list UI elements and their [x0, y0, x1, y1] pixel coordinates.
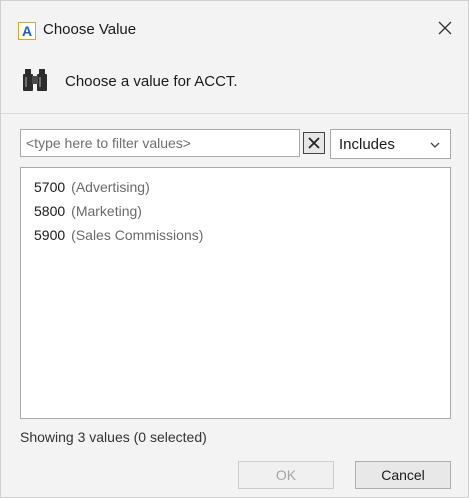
- close-icon: [438, 21, 452, 35]
- list-item[interactable]: 5800 (Marketing): [21, 199, 450, 223]
- list-item[interactable]: 5900 (Sales Commissions): [21, 223, 450, 247]
- header-divider: [1, 113, 468, 114]
- app-icon: A: [18, 22, 36, 40]
- value-description: (Marketing): [71, 203, 142, 219]
- close-button[interactable]: [432, 15, 458, 41]
- ok-button[interactable]: OK: [238, 461, 334, 489]
- clear-x-icon: [308, 137, 320, 149]
- filter-mode-value: Includes: [339, 135, 395, 153]
- value-code: 5900: [34, 227, 66, 243]
- filter-mode-select[interactable]: Includes: [330, 129, 451, 159]
- value-list[interactable]: 5700 (Advertising) 5800 (Marketing) 5900 (S…: [20, 167, 451, 419]
- status-text: Showing 3 values (0 selected): [20, 429, 207, 445]
- cancel-button[interactable]: Cancel: [355, 461, 451, 489]
- dialog-title: Choose Value: [43, 21, 137, 38]
- binoculars-icon: [23, 69, 47, 91]
- title-bar: A Choose Value: [1, 1, 468, 57]
- list-item[interactable]: 5700 (Advertising): [21, 175, 450, 199]
- chevron-down-icon: [430, 142, 440, 148]
- clear-filter-button[interactable]: [303, 132, 325, 154]
- prompt-text: Choose a value for ACCT.: [65, 73, 238, 90]
- value-code: 5800: [34, 203, 66, 219]
- value-description: (Sales Commissions): [71, 227, 204, 243]
- value-description: (Advertising): [71, 179, 150, 195]
- choose-value-dialog: A Choose Value Choose a value for ACCT. …: [0, 0, 469, 498]
- filter-input[interactable]: [20, 129, 300, 157]
- value-code: 5700: [34, 179, 66, 195]
